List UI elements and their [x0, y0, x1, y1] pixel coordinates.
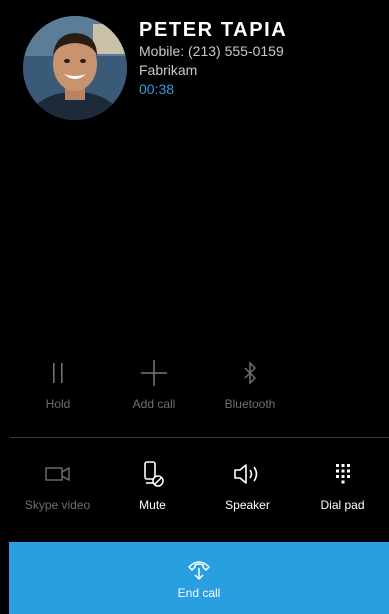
caller-photo-icon — [23, 16, 127, 120]
bluetooth-label: Bluetooth — [224, 397, 276, 411]
video-camera-icon — [44, 458, 71, 490]
caller-phone: Mobile: (213) 555-0159 — [139, 43, 284, 59]
bluetooth-icon — [243, 357, 257, 389]
end-call-button[interactable]: End call — [9, 542, 389, 614]
add-call-button[interactable]: Add call — [106, 357, 202, 412]
speaker-icon — [233, 458, 263, 490]
dial-pad-label: Dial pad — [320, 498, 365, 512]
speaker-button[interactable]: Speaker — [200, 458, 295, 513]
hold-label: Hold — [45, 397, 71, 411]
end-call-label: End call — [177, 585, 221, 600]
call-controls-top: Hold Add call Bluetooth — [10, 357, 389, 412]
dial-pad-button[interactable]: Dial pad — [295, 458, 389, 513]
skype-video-button[interactable]: Skype video — [10, 458, 105, 513]
pause-icon — [51, 357, 65, 389]
call-controls-bottom: Skype video Mute Speaker Dial pad — [10, 458, 389, 513]
caller-avatar — [23, 16, 127, 120]
caller-name: PETER TAPIA — [139, 19, 288, 41]
bluetooth-button[interactable]: Bluetooth — [202, 357, 298, 412]
add-call-label: Add call — [132, 397, 176, 411]
call-screen: PETER TAPIA Mobile: (213) 555-0159 Fabri… — [0, 0, 389, 614]
skype-video-label: Skype video — [24, 498, 91, 512]
microphone-muted-icon — [142, 458, 164, 490]
caller-company: Fabrikam — [139, 62, 198, 78]
dialpad-icon — [333, 458, 353, 490]
mute-label: Mute — [139, 498, 166, 512]
call-timer: 00:38 — [139, 81, 175, 97]
hold-button[interactable]: Hold — [10, 357, 106, 412]
speaker-label: Speaker — [225, 498, 270, 512]
controls-divider — [10, 437, 389, 438]
mute-button[interactable]: Mute — [105, 458, 200, 513]
plus-icon — [140, 357, 168, 389]
caller-info: PETER TAPIA Mobile: (213) 555-0159 Fabri… — [139, 18, 287, 99]
hang-up-icon — [187, 556, 211, 582]
